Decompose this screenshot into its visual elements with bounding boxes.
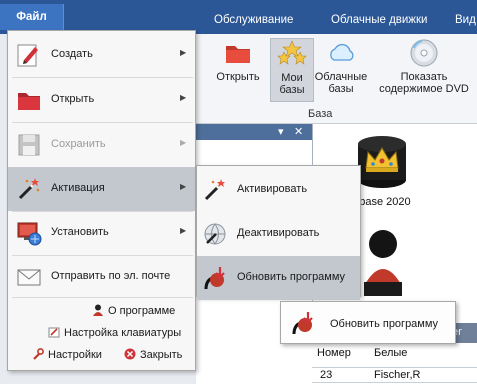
cell-white: Fischer,R [374, 369, 421, 381]
settings-label: Настройки [48, 349, 102, 361]
chevron-right-icon: ▶ [180, 93, 187, 102]
panel-close-icon[interactable]: ✕ [294, 125, 303, 138]
floppy-disk-icon [18, 134, 40, 156]
menu-item-send-email[interactable]: Отправить по эл. почте [8, 255, 195, 299]
activation-submenu: Активировать Деактивировать Обновить про… [196, 165, 361, 300]
about-label: О программе [108, 305, 176, 317]
install-monitor-icon [17, 222, 42, 246]
partial-icon [196, 38, 212, 68]
menu-item-activation-label: Активация [51, 182, 105, 194]
tooltip-label: Обновить программу [330, 318, 439, 330]
submenu-item-update[interactable]: Обновить программу [197, 256, 360, 300]
divider [12, 297, 193, 298]
tab-view[interactable]: Вид [455, 0, 476, 34]
ribbon-my-databases-button[interactable]: Мои базы [270, 38, 314, 102]
ribbon-group-label: База [308, 108, 333, 120]
tab-cloud-engines[interactable]: Облачные движки [331, 0, 427, 34]
ribbon-my-databases-label: Мои базы [279, 72, 305, 96]
cloud-icon [330, 43, 354, 61]
ribbon-cloud-databases-label: Облачные базы [314, 71, 368, 95]
ribbon-show-dvd-button[interactable]: Показать содержимое DVD [376, 38, 472, 102]
update-program-icon [292, 312, 313, 335]
column-header-white[interactable]: Белые [374, 347, 407, 359]
close-icon [124, 348, 136, 360]
about-button[interactable]: О программе [92, 304, 175, 317]
table-row[interactable]: 23 Fischer,R [312, 367, 477, 383]
menu-item-save[interactable]: Сохранить ▶ [8, 123, 195, 167]
submenu-item-deactivate[interactable]: Деактивировать [197, 212, 360, 256]
menu-item-create[interactable]: Создать ▶ [8, 33, 195, 77]
submenu-item-activate-label: Активировать [237, 183, 308, 195]
update-tooltip: Обновить программу [280, 301, 456, 344]
menu-item-install[interactable]: Установить ▶ [8, 211, 195, 255]
column-header-number[interactable]: Номер [317, 347, 351, 359]
chevron-right-icon: ▶ [180, 48, 187, 57]
menu-item-activation[interactable]: Активация ▶ [8, 167, 195, 211]
menu-item-open[interactable]: Открыть ▶ [8, 78, 195, 122]
file-tab[interactable]: Файл [0, 4, 64, 30]
menu-bar: Обслуживание Облачные движки Вид [0, 0, 477, 34]
chevron-right-icon: ▶ [180, 226, 187, 235]
ribbon-partial-button[interactable] [196, 38, 212, 102]
submenu-item-deactivate-label: Деактивировать [237, 227, 320, 239]
magic-wand-icon [18, 178, 40, 200]
menu-item-open-label: Открыть [51, 93, 95, 105]
my-databases-stars-icon [277, 40, 307, 65]
user-database-icon[interactable] [360, 226, 406, 296]
folder-open-icon [18, 93, 40, 110]
menu-item-install-label: Установить [51, 226, 109, 238]
wrench-icon [33, 348, 44, 360]
ribbon-cloud-databases-button[interactable]: Облачные базы [312, 38, 370, 102]
update-program-icon [204, 267, 225, 290]
settings-button[interactable]: Настройки [32, 348, 102, 361]
database-crown-icon[interactable] [352, 130, 412, 192]
submenu-item-update-label: Обновить программу [237, 271, 346, 283]
about-person-icon [93, 304, 103, 316]
panel-pin-icon[interactable]: ▾ [278, 125, 284, 138]
chevron-right-icon: ▶ [180, 182, 187, 191]
keyboard-settings-label: Настройка клавиатуры [64, 327, 182, 339]
menu-item-create-label: Создать [51, 48, 93, 60]
keyboard-settings-button[interactable]: Настройка клавиатуры [48, 326, 181, 339]
menu-item-save-label: Сохранить [51, 138, 106, 150]
close-label: Закрыть [140, 349, 183, 361]
close-button[interactable]: Закрыть [124, 348, 182, 361]
dvd-icon [410, 39, 438, 67]
ribbon: Открыть Мои базы Облачные базы Показать … [196, 34, 477, 124]
tab-maintenance[interactable]: Обслуживание [214, 0, 293, 34]
deactivate-globe-icon [204, 223, 226, 245]
chevron-right-icon: ▶ [180, 138, 187, 147]
email-envelope-icon [17, 269, 41, 286]
keyboard-edit-icon [48, 327, 60, 338]
menu-item-send-email-label: Отправить по эл. почте [51, 270, 171, 282]
magic-wand-icon [204, 179, 225, 201]
folder-open-icon [226, 46, 250, 63]
ribbon-show-dvd-label: Показать содержимое DVD [379, 71, 469, 95]
file-menu: Создать ▶ Открыть ▶ Сохранить ▶ Активаци [7, 30, 196, 371]
ribbon-open-label: Открыть [216, 71, 260, 83]
panel-header: ▾ ✕ [196, 124, 312, 140]
submenu-item-activate[interactable]: Активировать [197, 168, 360, 212]
pencil-new-icon [17, 44, 38, 67]
cell-number: 23 [320, 369, 333, 381]
ribbon-open-button[interactable]: Открыть [216, 38, 260, 102]
